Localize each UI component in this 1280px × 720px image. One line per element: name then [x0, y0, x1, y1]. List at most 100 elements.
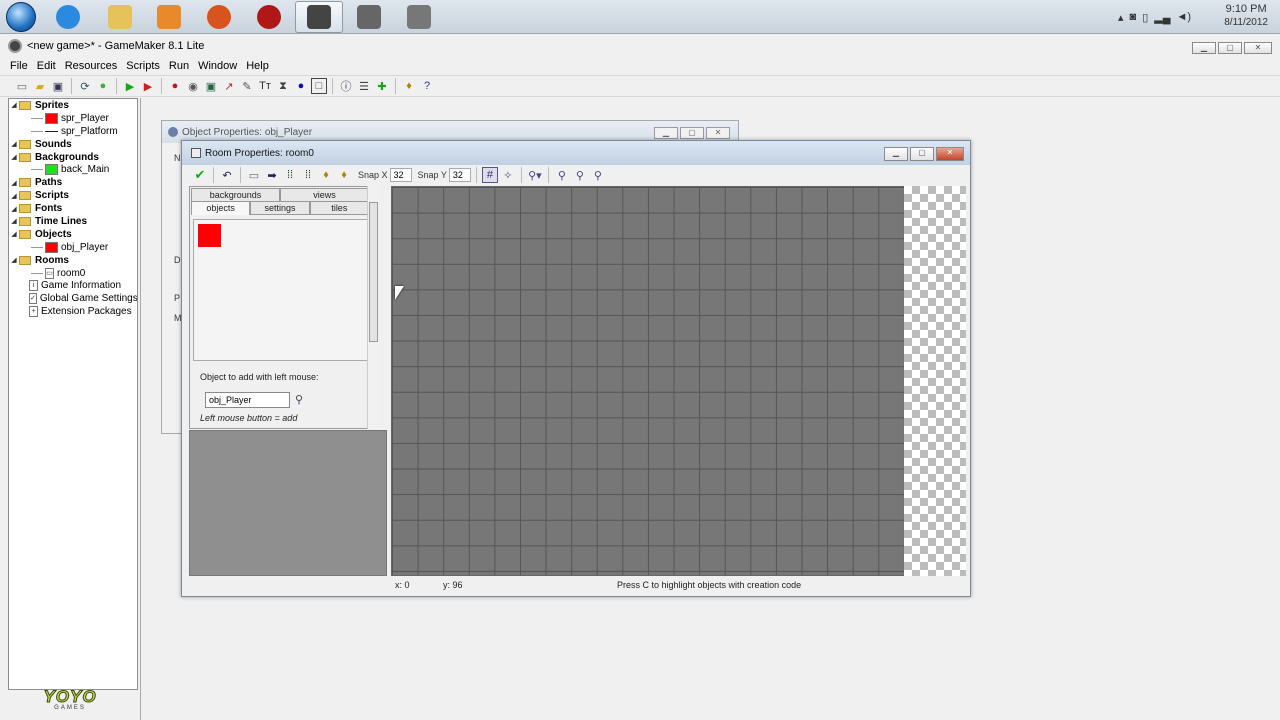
tab-backgrounds[interactable]: backgrounds: [191, 188, 280, 202]
add-object-field[interactable]: obj_Player: [205, 392, 290, 408]
clock[interactable]: 9:10 PM 8/11/2012: [1224, 2, 1268, 30]
zoom-in-icon[interactable]: ⚲: [590, 167, 606, 183]
tree-item[interactable]: i Game Information: [9, 279, 137, 292]
debug-run-icon[interactable]: ▶: [140, 78, 156, 94]
room-maximize-button[interactable]: ▢: [910, 147, 934, 161]
tree-item[interactable]: ◢ Rooms: [9, 254, 137, 267]
room-close-button[interactable]: ✕: [936, 147, 964, 161]
tree-item[interactable]: ▭ room0: [9, 267, 137, 280]
tray-network-icon[interactable]: ▂▄: [1154, 11, 1170, 24]
tree-item[interactable]: ◢ Paths: [9, 176, 137, 189]
add-path-icon[interactable]: ↗: [221, 78, 237, 94]
expand-icon[interactable]: ◢: [9, 217, 19, 225]
create-executable-icon[interactable]: ⟳: [77, 78, 93, 94]
object-select-icon[interactable]: ⚲: [295, 393, 303, 406]
room-window-titlebar[interactable]: Room Properties: room0: [182, 141, 970, 165]
lock-icon[interactable]: ♦: [318, 167, 334, 183]
tree-item[interactable]: spr_Platform: [9, 125, 137, 138]
minimize-button[interactable]: ▁: [1192, 42, 1216, 54]
expand-icon[interactable]: ◢: [9, 230, 19, 238]
save-icon[interactable]: ▣: [50, 78, 66, 94]
expand-icon[interactable]: ◢: [9, 101, 19, 109]
object-close-button[interactable]: ✕: [706, 127, 730, 139]
panel-scrollbar-thumb[interactable]: [369, 202, 378, 342]
undo-icon[interactable]: ↶: [219, 167, 235, 183]
tree-item[interactable]: obj_Player: [9, 241, 137, 254]
object-preview[interactable]: [193, 219, 369, 361]
tree-item[interactable]: + Extension Packages: [9, 305, 137, 318]
room-grid[interactable]: [391, 186, 905, 576]
expand-icon[interactable]: ◢: [9, 140, 19, 148]
add-room-icon[interactable]: □: [311, 78, 327, 94]
global-settings-icon[interactable]: ☰: [356, 78, 372, 94]
taskbar-app-button[interactable]: [295, 1, 343, 33]
snap-y-field[interactable]: 32: [448, 168, 471, 182]
tree-item[interactable]: ◢ Objects: [9, 228, 137, 241]
add-background-icon[interactable]: ▣: [203, 78, 219, 94]
sort-x-icon[interactable]: ⁞⁞: [282, 167, 298, 183]
taskbar-app-button[interactable]: [345, 1, 393, 33]
taskbar-app-button[interactable]: [96, 1, 144, 33]
zoom-out-icon[interactable]: ⚲: [554, 167, 570, 183]
expand-icon[interactable]: ◢: [9, 179, 19, 187]
new-file-icon[interactable]: ▭: [14, 78, 30, 94]
tree-item[interactable]: ◢ Sprites: [9, 99, 137, 112]
extension-packages-icon[interactable]: ✚: [374, 78, 390, 94]
tree-item[interactable]: spr_Player: [9, 112, 137, 125]
room-properties-window[interactable]: Room Properties: room0 ▁ ▢ ✕ ✔ ↶ ▭ ➡ ⁞⁞ …: [181, 140, 971, 597]
unlock-icon[interactable]: ♦: [336, 167, 352, 183]
tree-item[interactable]: ◢ Time Lines: [9, 215, 137, 228]
game-information-icon[interactable]: ⓘ: [338, 78, 354, 94]
sort-y-icon[interactable]: ⁞⁞: [300, 167, 316, 183]
tab-objects[interactable]: objects: [191, 201, 251, 215]
maximize-button[interactable]: ▢: [1218, 42, 1242, 54]
menu-edit[interactable]: Edit: [37, 60, 56, 72]
tree-item[interactable]: ◢ Scripts: [9, 189, 137, 202]
zoom-dropdown-icon[interactable]: ⚲▾: [527, 167, 543, 183]
object-minimize-button[interactable]: ▁: [654, 127, 678, 139]
menu-window[interactable]: Window: [198, 60, 237, 72]
expand-icon[interactable]: ◢: [9, 256, 19, 264]
add-sprite-icon[interactable]: ●: [167, 78, 183, 94]
tab-tiles[interactable]: tiles: [309, 201, 369, 215]
menu-file[interactable]: File: [10, 60, 28, 72]
taskbar-app-button[interactable]: [245, 1, 293, 33]
isometric-grid-icon[interactable]: ✧: [500, 167, 516, 183]
add-script-icon[interactable]: ✎: [239, 78, 255, 94]
publish-icon[interactable]: ●: [95, 78, 111, 94]
add-timeline-icon[interactable]: ⧗: [275, 78, 291, 94]
shift-instances-icon[interactable]: ➡: [264, 167, 280, 183]
tray-app-icon[interactable]: ◙: [1130, 11, 1137, 24]
taskbar-app-button[interactable]: [195, 1, 243, 33]
tree-item[interactable]: ◢ Fonts: [9, 202, 137, 215]
menu-scripts[interactable]: Scripts: [126, 60, 160, 72]
taskbar-app-button[interactable]: [395, 1, 443, 33]
tree-item[interactable]: back_Main: [9, 163, 137, 176]
taskbar-app-button[interactable]: [44, 1, 92, 33]
expand-icon[interactable]: ◢: [9, 205, 19, 213]
tree-item[interactable]: ◢ Sounds: [9, 138, 137, 151]
manual-icon[interactable]: ♦: [401, 78, 417, 94]
close-button[interactable]: ✕: [1244, 42, 1272, 54]
zoom-reset-icon[interactable]: ⚲: [572, 167, 588, 183]
add-font-icon[interactable]: Tт: [257, 78, 273, 94]
help-icon[interactable]: ?: [419, 78, 435, 94]
expand-icon[interactable]: ◢: [9, 153, 19, 161]
taskbar-app-button[interactable]: [145, 1, 193, 33]
menu-resources[interactable]: Resources: [65, 60, 118, 72]
add-sound-icon[interactable]: ◉: [185, 78, 201, 94]
tree-item[interactable]: ✓ Global Game Settings: [9, 292, 137, 305]
tree-item[interactable]: ◢ Backgrounds: [9, 151, 137, 164]
tray-volume-icon[interactable]: ◄): [1177, 11, 1192, 24]
snap-x-field[interactable]: 32: [389, 168, 412, 182]
clear-room-icon[interactable]: ▭: [246, 167, 262, 183]
menu-run[interactable]: Run: [169, 60, 189, 72]
tray-arrow-icon[interactable]: ▴: [1118, 11, 1124, 24]
panel-scrollbar[interactable]: [367, 186, 379, 429]
confirm-check-icon[interactable]: ✔: [192, 167, 208, 183]
tab-views[interactable]: views: [280, 188, 369, 202]
open-folder-icon[interactable]: ▰: [32, 78, 48, 94]
tray-battery-icon[interactable]: ▯: [1142, 11, 1148, 24]
object-maximize-button[interactable]: ▢: [680, 127, 704, 139]
start-button[interactable]: [2, 1, 40, 33]
